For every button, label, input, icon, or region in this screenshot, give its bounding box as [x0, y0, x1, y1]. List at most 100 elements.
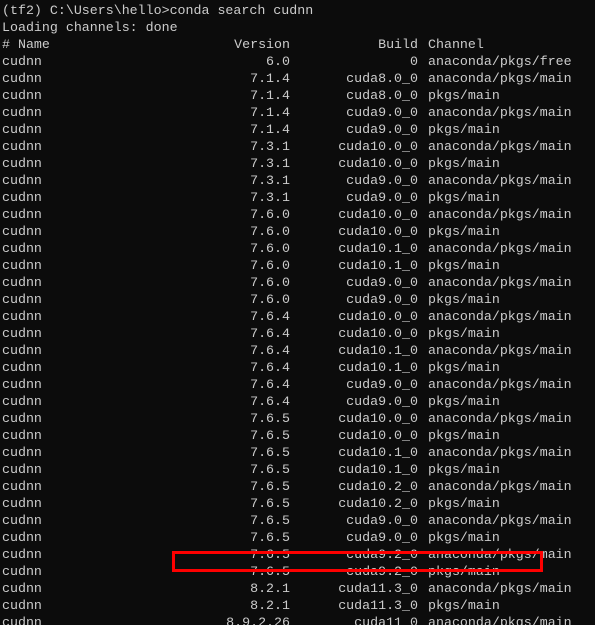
cell-build: cuda11.3_0 — [338, 598, 418, 613]
cell-build: cuda10.0_0 — [338, 428, 418, 443]
cell-channel: anaconda/pkgs/main — [428, 343, 572, 358]
cell-build: cuda9.0_0 — [346, 275, 418, 290]
cell-channel: pkgs/main — [428, 530, 500, 545]
cell-build: cuda10.0_0 — [338, 224, 418, 239]
cell-build: cuda10.1_0 — [338, 360, 418, 375]
table-row: cudnn 7.6.5 cuda10.2_0 anaconda/pkgs/main — [0, 478, 595, 495]
table-row: cudnn 7.6.5 cuda10.0_0 pkgs/main — [0, 427, 595, 444]
cell-build: cuda9.2_0 — [346, 547, 418, 562]
cell-channel: pkgs/main — [428, 122, 500, 137]
table-row: cudnn 7.3.1 cuda10.0_0 pkgs/main — [0, 155, 595, 172]
cell-build: cuda9.0_0 — [346, 530, 418, 545]
table-row: cudnn 7.6.5 cuda9.2_0 pkgs/main — [0, 563, 595, 580]
table-row: cudnn 7.6.0 cuda9.0_0 pkgs/main — [0, 291, 595, 308]
cell-channel: anaconda/pkgs/main — [428, 275, 572, 290]
cell-channel: pkgs/main — [428, 496, 500, 511]
cell-build: cuda9.0_0 — [346, 394, 418, 409]
cell-build: cuda10.0_0 — [338, 411, 418, 426]
cell-channel: anaconda/pkgs/main — [428, 139, 572, 154]
cell-build: cuda10.0_0 — [338, 326, 418, 341]
cell-build: cuda11_0 — [354, 615, 418, 625]
table-row: cudnn 7.6.0 cuda10.1_0 pkgs/main — [0, 257, 595, 274]
cell-channel: anaconda/pkgs/main — [428, 581, 572, 596]
table-row: cudnn 7.6.0 cuda10.1_0 anaconda/pkgs/main — [0, 240, 595, 257]
cell-build: cuda10.1_0 — [338, 445, 418, 460]
cell-build: cuda8.0_0 — [346, 71, 418, 86]
cell-channel: anaconda/pkgs/main — [428, 411, 572, 426]
table-row: cudnn 7.6.4 cuda10.0_0 anaconda/pkgs/main — [0, 308, 595, 325]
cell-channel: anaconda/pkgs/main — [428, 241, 572, 256]
cell-build: 0 — [410, 54, 418, 69]
cell-build: cuda10.1_0 — [338, 343, 418, 358]
cell-channel: anaconda/pkgs/main — [428, 615, 572, 625]
package-rows: cudnn 6.0 0 anaconda/pkgs/free cudnn 7.1.4 cud… — [0, 53, 595, 625]
table-row: cudnn 7.6.0 cuda10.0_0 pkgs/main — [0, 223, 595, 240]
cell-build: cuda10.2_0 — [338, 479, 418, 494]
cell-channel: pkgs/main — [428, 360, 500, 375]
table-row: cudnn 7.6.4 cuda9.0_0 pkgs/main — [0, 393, 595, 410]
cell-build: cuda9.0_0 — [346, 513, 418, 528]
table-row: cudnn 7.6.5 cuda9.0_0 pkgs/main — [0, 529, 595, 546]
cell-build: cuda9.0_0 — [346, 105, 418, 120]
table-row: cudnn 7.6.4 cuda9.0_0 anaconda/pkgs/main — [0, 376, 595, 393]
cell-build: cuda9.0_0 — [346, 292, 418, 307]
status-line: Loading channels: done — [2, 20, 178, 35]
cell-channel: anaconda/pkgs/main — [428, 479, 572, 494]
table-row: cudnn 7.6.0 cuda10.0_0 anaconda/pkgs/main — [0, 206, 595, 223]
column-header-build: Build — [378, 37, 418, 52]
cell-build: cuda9.2_0 — [346, 564, 418, 579]
cell-build: cuda11.3_0 — [338, 581, 418, 596]
cell-build: cuda10.0_0 — [338, 309, 418, 324]
table-row: cudnn 7.6.5 cuda10.0_0 anaconda/pkgs/main — [0, 410, 595, 427]
cell-channel: pkgs/main — [428, 326, 500, 341]
cell-build: cuda9.0_0 — [346, 377, 418, 392]
table-row: cudnn 7.6.4 cuda10.0_0 pkgs/main — [0, 325, 595, 342]
table-row: cudnn 7.6.5 cuda9.2_0 anaconda/pkgs/main — [0, 546, 595, 563]
cell-channel: anaconda/pkgs/main — [428, 207, 572, 222]
cell-channel: anaconda/pkgs/main — [428, 173, 572, 188]
cell-channel: pkgs/main — [428, 394, 500, 409]
cell-build: cuda9.0_0 — [346, 190, 418, 205]
table-row: cudnn 7.6.4 cuda10.1_0 anaconda/pkgs/main — [0, 342, 595, 359]
table-row: cudnn 7.1.4 cuda8.0_0 anaconda/pkgs/main — [0, 70, 595, 87]
cell-channel: pkgs/main — [428, 462, 500, 477]
cell-channel: anaconda/pkgs/main — [428, 377, 572, 392]
cell-channel: anaconda/pkgs/main — [428, 547, 572, 562]
cell-channel: pkgs/main — [428, 598, 500, 613]
cell-build: cuda9.0_0 — [346, 122, 418, 137]
table-row: cudnn 7.1.4 cuda9.0_0 anaconda/pkgs/main — [0, 104, 595, 121]
cell-build: cuda10.0_0 — [338, 139, 418, 154]
cell-build: cuda10.1_0 — [338, 462, 418, 477]
table-row: cudnn 7.3.1 cuda9.0_0 anaconda/pkgs/main — [0, 172, 595, 189]
cell-channel: pkgs/main — [428, 258, 500, 273]
table-row: cudnn 7.6.5 cuda10.1_0 pkgs/main — [0, 461, 595, 478]
cell-channel: pkgs/main — [428, 224, 500, 239]
cell-channel: pkgs/main — [428, 428, 500, 443]
cell-channel: anaconda/pkgs/main — [428, 71, 572, 86]
column-header-channel: Channel — [428, 37, 484, 52]
cell-channel: pkgs/main — [428, 190, 500, 205]
cell-channel: anaconda/pkgs/main — [428, 513, 572, 528]
cell-build: cuda10.2_0 — [338, 496, 418, 511]
table-row: cudnn 7.1.4 cuda9.0_0 pkgs/main — [0, 121, 595, 138]
table-row: cudnn 7.3.1 cuda9.0_0 pkgs/main — [0, 189, 595, 206]
table-row: cudnn 7.6.5 cuda10.1_0 anaconda/pkgs/main — [0, 444, 595, 461]
cell-channel: anaconda/pkgs/main — [428, 309, 572, 324]
table-row: cudnn 7.6.0 cuda9.0_0 anaconda/pkgs/main — [0, 274, 595, 291]
cell-channel: pkgs/main — [428, 292, 500, 307]
table-header-row: # Name Version Build Channel — [0, 36, 595, 53]
table-row: cudnn 7.3.1 cuda10.0_0 anaconda/pkgs/main — [0, 138, 595, 155]
cell-build: cuda10.0_0 — [338, 207, 418, 222]
cell-channel: pkgs/main — [428, 88, 500, 103]
cell-channel: anaconda/pkgs/main — [428, 445, 572, 460]
table-row: cudnn 7.6.5 cuda10.2_0 pkgs/main — [0, 495, 595, 512]
cell-channel: anaconda/pkgs/free — [428, 54, 572, 69]
table-row: cudnn 8.2.1 cuda11.3_0 anaconda/pkgs/main — [0, 580, 595, 597]
terminal-window: (tf2) C:\Users\hello>conda search cudnn … — [0, 0, 595, 625]
cell-build: cuda9.0_0 — [346, 173, 418, 188]
table-row: cudnn 7.6.5 cuda9.0_0 anaconda/pkgs/main — [0, 512, 595, 529]
terminal-output: (tf2) C:\Users\hello>conda search cudnn … — [0, 2, 595, 625]
prompt-line: (tf2) C:\Users\hello>conda search cudnn — [2, 3, 314, 18]
table-row: cudnn 8.2.1 cuda11.3_0 pkgs/main — [0, 597, 595, 614]
cell-channel: pkgs/main — [428, 564, 500, 579]
